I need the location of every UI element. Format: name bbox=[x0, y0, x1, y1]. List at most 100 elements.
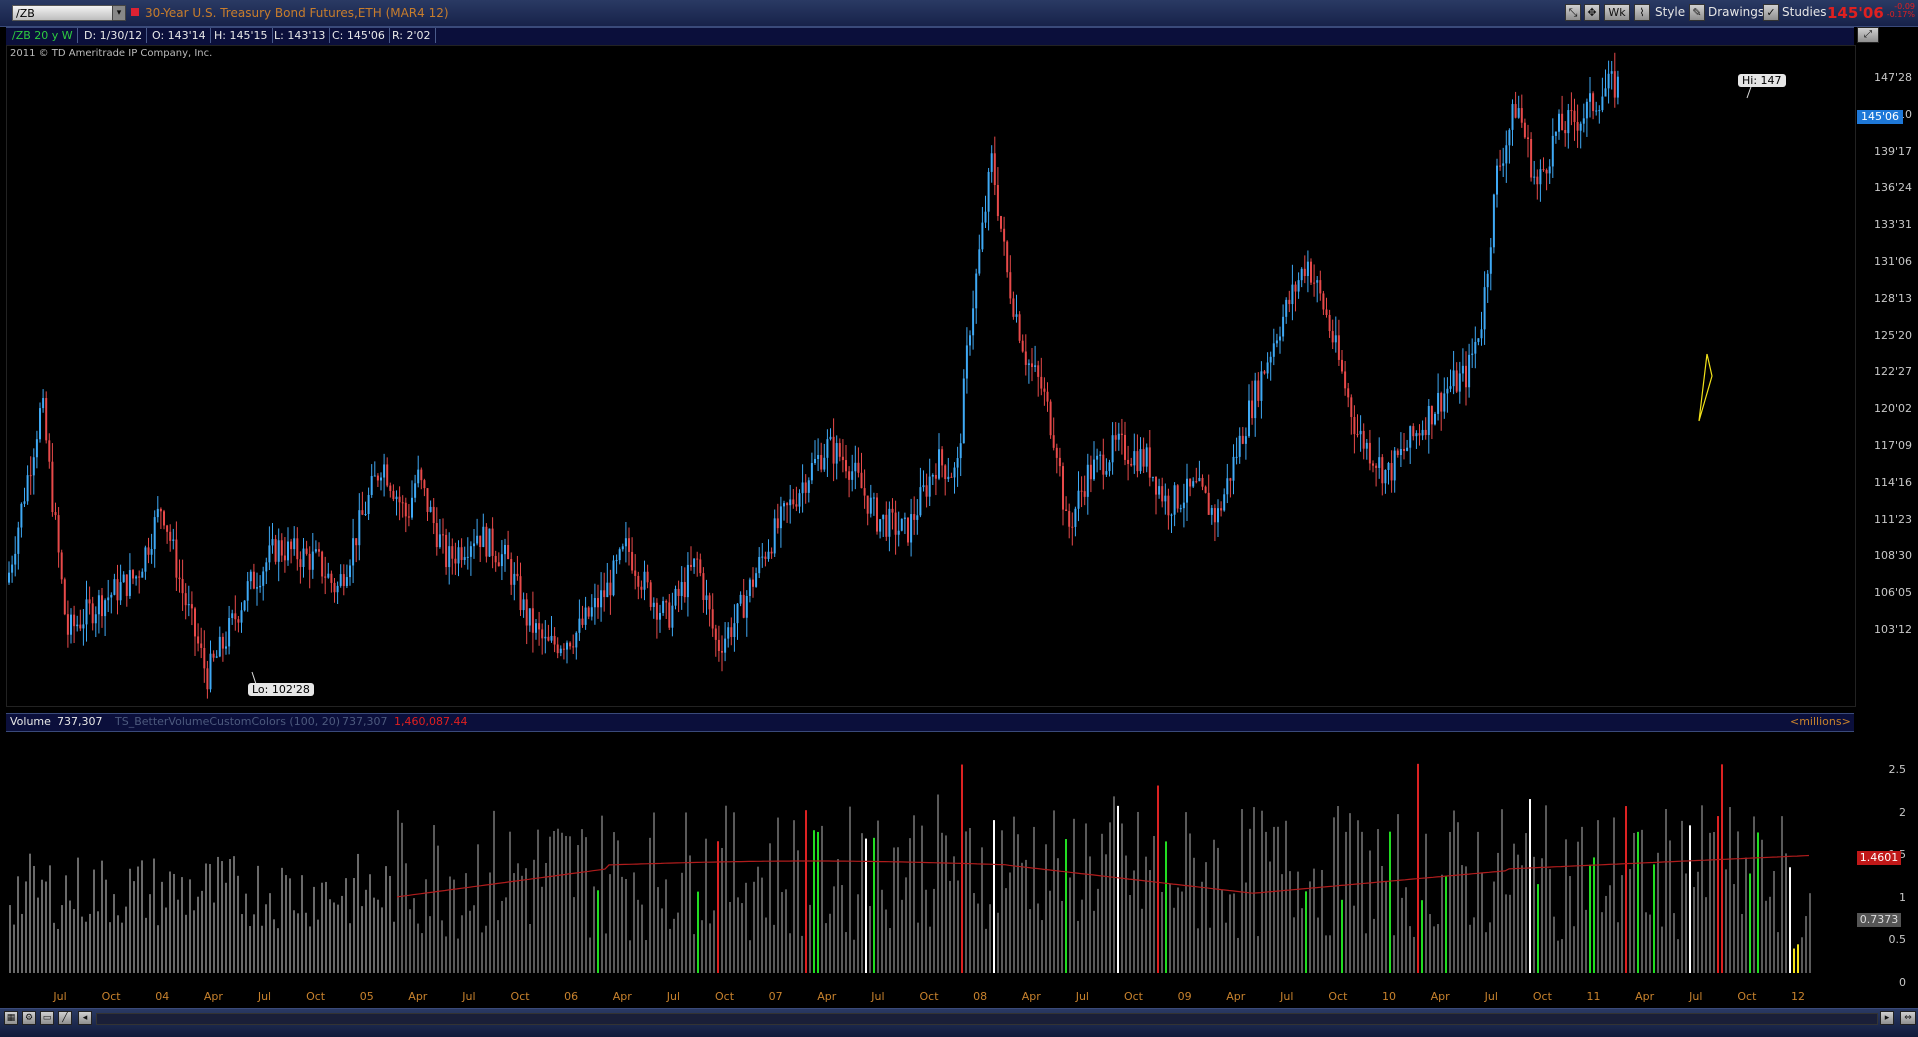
candle-body bbox=[916, 515, 919, 520]
studies-menu[interactable]: Studies bbox=[1782, 5, 1827, 19]
candle-body bbox=[26, 475, 29, 502]
expand-icon[interactable]: ⤢ bbox=[1857, 27, 1879, 43]
volume-bar bbox=[1613, 817, 1615, 973]
candle-body bbox=[882, 514, 885, 520]
volume-bar bbox=[833, 886, 835, 973]
drawings-icon[interactable]: ✎ bbox=[1689, 4, 1705, 21]
style-menu[interactable]: Style bbox=[1655, 5, 1685, 19]
volume-bar bbox=[1049, 890, 1051, 973]
symbol-dropdown-icon[interactable]: ▾ bbox=[112, 5, 126, 21]
candle-body bbox=[376, 475, 379, 481]
candle-body bbox=[1471, 353, 1474, 355]
drawing-triangle bbox=[1698, 353, 1713, 422]
scroll-right-icon[interactable]: ▸ bbox=[1880, 1011, 1894, 1025]
volume-bar bbox=[265, 904, 267, 973]
candle-body bbox=[578, 618, 581, 633]
candle-body bbox=[1182, 502, 1185, 509]
drawings-menu[interactable]: Drawings bbox=[1708, 5, 1764, 19]
volume-bar bbox=[433, 825, 435, 973]
volume-bar bbox=[1313, 868, 1315, 973]
candle-body bbox=[1176, 485, 1179, 509]
candle-body bbox=[104, 600, 107, 617]
volume-bar bbox=[1317, 917, 1319, 973]
candle-body bbox=[128, 570, 131, 596]
candle-body bbox=[1077, 490, 1080, 509]
candle-body bbox=[962, 378, 965, 444]
volume-bar bbox=[805, 810, 807, 973]
volume-study-name[interactable]: TS_BetterVolumeCustomColors (100, 20) bbox=[115, 714, 340, 729]
zoom-icon[interactable]: ⤡ bbox=[1565, 4, 1581, 21]
price-chart[interactable] bbox=[6, 45, 1856, 707]
candle-body bbox=[401, 502, 404, 504]
volume-bar bbox=[997, 912, 999, 973]
volume-bar bbox=[393, 921, 395, 973]
pan-icon[interactable]: ✥ bbox=[1584, 4, 1600, 21]
volume-ma-label: 1.4601 bbox=[1857, 851, 1901, 865]
date-tick-label: Apr bbox=[1430, 990, 1450, 1003]
volume-bar bbox=[373, 897, 375, 973]
candle-body bbox=[70, 614, 72, 635]
candle-body bbox=[950, 476, 953, 478]
candle-body bbox=[1520, 108, 1523, 123]
volume-bar bbox=[505, 897, 507, 973]
candle-body bbox=[1049, 401, 1052, 436]
candle-body bbox=[88, 599, 91, 604]
volume-bar bbox=[1797, 944, 1799, 973]
horizontal-scrollbar[interactable] bbox=[96, 1013, 1878, 1025]
volume-bar bbox=[809, 904, 811, 973]
style-icon[interactable]: ⌇ bbox=[1634, 4, 1650, 21]
grid-icon[interactable]: ▦ bbox=[4, 1011, 18, 1025]
volume-bar bbox=[29, 853, 31, 973]
volume-bar bbox=[977, 903, 979, 973]
candle-body bbox=[1120, 433, 1123, 435]
candle-body bbox=[1201, 477, 1204, 487]
candle-body bbox=[1071, 526, 1074, 528]
volume-bar bbox=[277, 928, 279, 973]
aggregation-button[interactable]: Wk bbox=[1604, 4, 1630, 21]
volume-bar bbox=[881, 889, 883, 973]
candle-body bbox=[941, 449, 944, 466]
volume-bar bbox=[861, 833, 863, 973]
candle-body bbox=[944, 465, 947, 479]
candle-body bbox=[442, 534, 444, 536]
volume-bar bbox=[1629, 869, 1631, 973]
volume-bar bbox=[101, 860, 103, 973]
candle-body bbox=[1434, 413, 1436, 425]
volume-bar bbox=[973, 893, 975, 973]
candle-body bbox=[296, 538, 299, 560]
candle-body bbox=[1616, 76, 1619, 98]
draw-line-icon[interactable]: ╱ bbox=[58, 1011, 72, 1025]
volume-bar bbox=[893, 847, 895, 973]
candle-body bbox=[451, 546, 454, 559]
volume-bar bbox=[637, 899, 639, 973]
candle-body bbox=[479, 535, 482, 548]
candle-body bbox=[20, 503, 23, 528]
volume-bar bbox=[1449, 831, 1451, 973]
volume-bar bbox=[125, 906, 127, 973]
volume-bar bbox=[73, 909, 75, 973]
candle-body bbox=[1161, 486, 1164, 502]
volume-chart[interactable] bbox=[6, 733, 1854, 985]
volume-bar bbox=[1477, 831, 1479, 973]
candle-body bbox=[922, 485, 925, 488]
volume-bar bbox=[485, 925, 487, 973]
expand-time-icon[interactable]: ⇔ bbox=[1900, 1011, 1916, 1025]
volume-bar bbox=[41, 879, 43, 973]
volume-bar bbox=[645, 940, 647, 973]
volume-bar bbox=[1205, 862, 1207, 973]
layout-icon[interactable]: ▭ bbox=[40, 1011, 54, 1025]
volume-bar bbox=[1509, 894, 1511, 973]
candle-body bbox=[1272, 343, 1275, 357]
studies-icon[interactable]: ✓ bbox=[1763, 4, 1779, 21]
candle-body bbox=[1018, 314, 1021, 341]
volume-bar bbox=[521, 875, 523, 973]
volume-bar bbox=[493, 810, 495, 973]
candle-body bbox=[1319, 280, 1322, 294]
settings-icon[interactable]: ⚙ bbox=[22, 1011, 36, 1025]
candle-body bbox=[1368, 442, 1371, 464]
candle-body bbox=[975, 273, 978, 309]
scroll-left-icon[interactable]: ◂ bbox=[78, 1011, 92, 1025]
candle-body bbox=[1468, 354, 1471, 388]
candle-body bbox=[209, 653, 212, 690]
symbol-input[interactable]: /ZB bbox=[12, 5, 124, 21]
